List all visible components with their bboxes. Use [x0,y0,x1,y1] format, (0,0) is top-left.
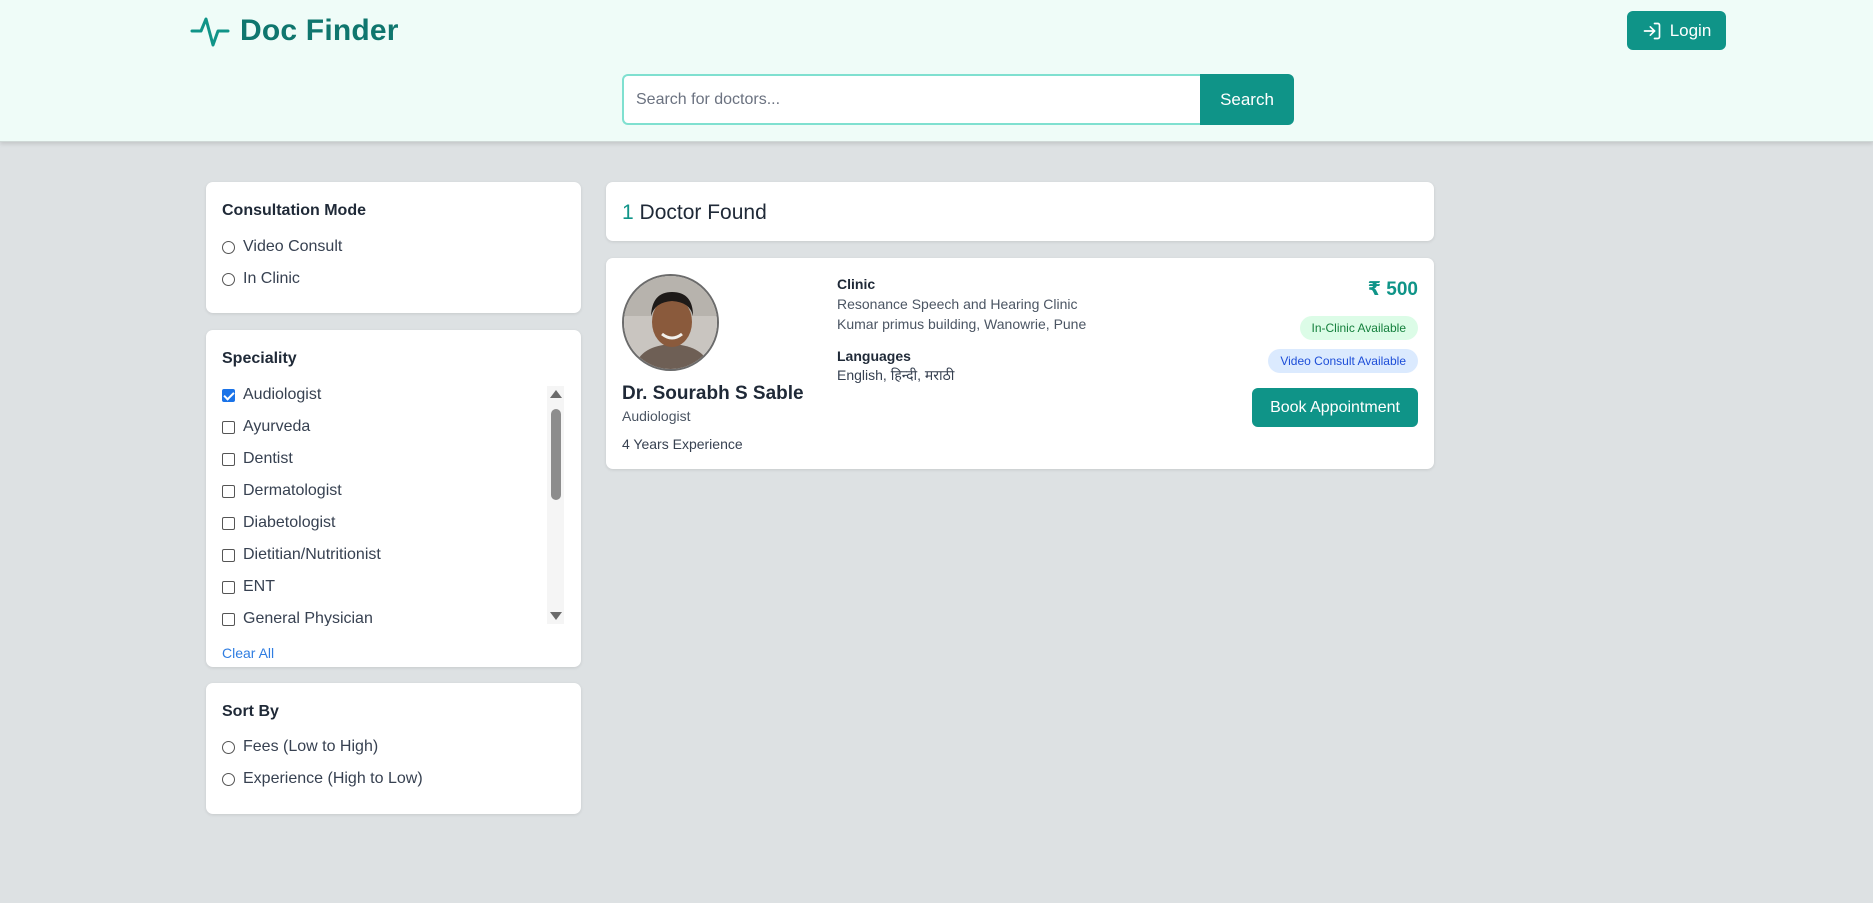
sort-by-panel: Sort By Fees (Low to High) Experience (H… [206,683,581,814]
clear-all-link[interactable]: Clear All [222,645,274,661]
checkbox-audiologist[interactable]: Audiologist [222,386,321,404]
checkbox[interactable] [222,516,235,530]
login-icon [1643,22,1661,39]
doctor-photo-icon [624,276,717,369]
checkbox[interactable] [222,484,235,498]
option-label: In Clinic [243,270,300,287]
consultation-fee: ₹ 500 [1367,279,1418,300]
scroll-thumb[interactable] [551,409,561,500]
doctor-experience: 4 Years Experience [622,436,743,452]
radio-button[interactable] [222,240,235,254]
clinic-name: Resonance Speech and Hearing Clinic [837,296,1078,312]
languages-value: English, हिन्दी, मराठी [837,367,955,383]
clinic-address: Kumar primus building, Wanowrie, Pune [837,316,1087,332]
checkbox-dermatologist[interactable]: Dermatologist [222,482,342,500]
checkbox-ent[interactable]: ENT [222,578,275,596]
search-button[interactable]: Search [1200,74,1294,125]
option-label: General Physician [243,610,373,626]
checkbox[interactable] [222,452,235,466]
languages-label: Languages [837,348,911,364]
doctor-card: Dr. Sourabh S Sable Audiologist 4 Years … [606,258,1434,469]
option-label: Ayurveda [243,418,311,435]
checkbox[interactable] [222,548,235,562]
login-button[interactable]: Login [1627,11,1726,50]
option-label: Diabetologist [243,514,336,531]
checkbox[interactable] [222,580,235,594]
results-count-panel: 1 Doctor Found [606,182,1434,241]
option-label: Dietitian/Nutritionist [243,546,381,563]
checkbox-dentist[interactable]: Dentist [222,450,293,468]
checkbox-ayurveda[interactable]: Ayurveda [222,418,310,436]
site-header: Doc Finder Login Search [0,0,1873,142]
option-label: Dermatologist [243,482,342,499]
checkbox-general-physician[interactable]: General Physician [222,610,373,626]
pulse-icon [190,17,230,47]
search-bar: Search [622,74,1294,125]
radio-fees-low-high[interactable]: Fees (Low to High) [222,738,378,756]
checkbox[interactable] [222,420,235,434]
speciality-title: Speciality [222,350,297,367]
checkbox-dietitian-nutritionist[interactable]: Dietitian/Nutritionist [222,546,381,564]
login-label: Login [1669,20,1712,40]
results-count-number: 1 [622,201,634,224]
scroll-up-arrow-icon[interactable] [550,390,562,398]
radio-in-clinic[interactable]: In Clinic [222,270,300,288]
speciality-scrollbar[interactable] [547,386,564,624]
radio-experience-high-low[interactable]: Experience (High to Low) [222,770,423,788]
speciality-list[interactable]: Audiologist Ayurveda Dentist Dermatologi… [206,386,551,626]
option-label: Audiologist [243,386,322,403]
results-count-heading: 1 Doctor Found [622,201,767,225]
option-label: Experience (High to Low) [243,770,423,787]
sort-by-title: Sort By [222,703,279,720]
in-clinic-badge: In-Clinic Available [1299,316,1418,340]
speciality-panel: Speciality Audiologist Ayurveda Dentist … [206,330,581,667]
radio-button[interactable] [222,272,235,286]
brand-name: Doc Finder [240,14,399,47]
scroll-down-arrow-icon[interactable] [550,612,562,620]
option-label: Dentist [243,450,293,467]
consultation-mode-title: Consultation Mode [222,202,366,219]
checkbox-diabetologist[interactable]: Diabetologist [222,514,336,532]
brand-logo[interactable]: Doc Finder [190,12,399,50]
doctor-speciality: Audiologist [622,408,691,424]
book-appointment-button[interactable]: Book Appointment [1252,388,1418,427]
video-consult-badge: Video Consult Available [1268,349,1418,373]
checkbox[interactable] [222,612,235,626]
radio-video-consult[interactable]: Video Consult [222,238,342,256]
option-label: Video Consult [243,238,343,255]
doctor-avatar [622,274,719,371]
option-label: ENT [243,578,275,595]
search-input[interactable] [622,74,1200,125]
consultation-mode-panel: Consultation Mode Video Consult In Clini… [206,182,581,313]
radio-button[interactable] [222,740,235,754]
clinic-label: Clinic [837,276,876,292]
option-label: Fees (Low to High) [243,738,379,755]
results-count-label: Doctor Found [639,201,767,224]
doctor-name[interactable]: Dr. Sourabh S Sable [622,383,804,405]
checkbox[interactable] [222,388,235,402]
radio-button[interactable] [222,772,235,786]
